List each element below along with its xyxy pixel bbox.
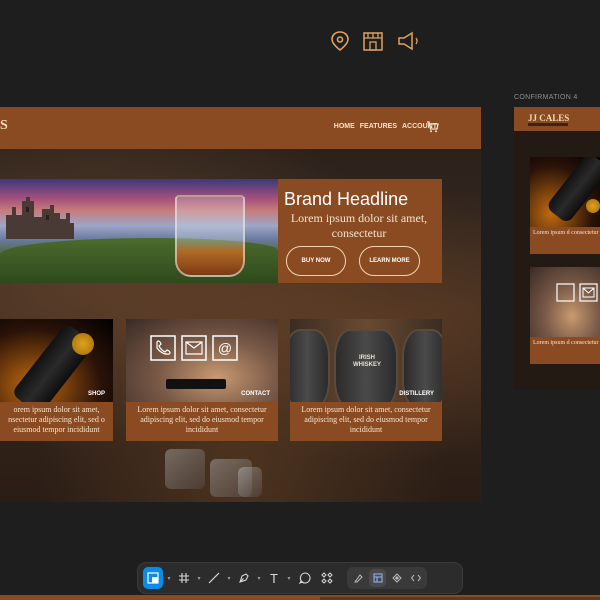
main-frame[interactable]: S HOME FEATURES ACCOUNT Brand Headline L… <box>0 107 481 502</box>
hero-image <box>0 179 278 283</box>
text-tool-button[interactable]: T <box>265 567 283 589</box>
card-text: orem ipsum dolor sit amet, nsectetur adi… <box>0 402 113 441</box>
bottle-cap <box>72 333 94 355</box>
pen-icon <box>239 573 249 583</box>
card-text: Lorem ipsum d consectetur ad do eiusmod … <box>530 227 600 254</box>
phone-image <box>166 379 226 389</box>
draw-mode-button[interactable] <box>350 569 367 587</box>
pen-tool-button[interactable] <box>235 567 253 589</box>
nav-home[interactable]: HOME <box>334 123 355 130</box>
card-text: Lorem ipsum dolor sit amet, consectetur … <box>290 402 442 441</box>
card-image <box>530 267 600 337</box>
frame-label[interactable]: CONFIRMATION 4 <box>514 94 578 101</box>
site-logo[interactable]: S <box>0 118 8 134</box>
line-tool-button[interactable] <box>205 567 223 589</box>
chevron-down-icon[interactable]: ▾ <box>285 575 293 582</box>
chevron-down-icon[interactable]: ▾ <box>225 575 233 582</box>
card-image: @ CONTACT <box>126 319 278 402</box>
cart-icon[interactable] <box>426 121 439 133</box>
chevron-down-icon[interactable]: ▾ <box>165 575 173 582</box>
comment-tool-button[interactable] <box>295 567 315 589</box>
design-canvas[interactable]: S HOME FEATURES ACCOUNT Brand Headline L… <box>0 0 600 600</box>
whiskey-glass-image <box>175 195 245 277</box>
map-pin-icon[interactable] <box>330 30 350 52</box>
card-image: IRISH WHISKEY DISTILLERY <box>290 319 442 402</box>
svg-text:@: @ <box>218 340 232 356</box>
code-icon <box>410 574 421 582</box>
barrel-label: IRISH WHISKEY <box>352 355 381 368</box>
mode-switcher <box>347 567 427 589</box>
hero-headline: Brand Headline <box>284 189 409 209</box>
design-toolbar: ▾ ▾ ▾ ▾ T ▾ <box>138 563 462 593</box>
bottle-image <box>545 157 600 225</box>
top-icon-row <box>330 30 422 52</box>
confirmation-frame[interactable]: JJ CALES Lorem ipsum d consectetur ad do… <box>514 107 600 390</box>
draw-mode-icon <box>353 574 363 583</box>
castle-image <box>6 197 74 239</box>
card-text: Lorem ipsum d consectetur ad do eiusmod … <box>530 337 600 364</box>
contact-icons: @ <box>150 335 238 361</box>
logo-underline <box>528 123 568 126</box>
card-contact[interactable]: @ CONTACT Lorem ipsum dolor sit amet, co… <box>126 319 278 441</box>
line-icon <box>208 572 220 584</box>
components-tool-button[interactable] <box>317 567 337 589</box>
card-distillery[interactable]: IRISH WHISKEY DISTILLERY Lorem ipsum dol… <box>290 319 442 441</box>
buy-now-button[interactable]: BUY NOW <box>286 246 346 276</box>
site-logo[interactable]: JJ CALES <box>528 113 569 123</box>
chevron-down-icon[interactable]: ▾ <box>195 575 203 582</box>
card-tag: CONTACT <box>241 391 270 397</box>
dev-mode-button[interactable] <box>407 569 424 587</box>
card-text: Lorem ipsum dolor sit amet, consectetur … <box>126 402 278 441</box>
site-navbar: JJ CALES <box>514 107 600 131</box>
card-image <box>530 157 600 227</box>
grid-tool-button[interactable] <box>175 567 193 589</box>
grid-icon <box>179 573 189 583</box>
nav-links: HOME FEATURES ACCOUNT <box>334 123 437 130</box>
hero-section: Brand Headline Lorem ipsum dolor sit ame… <box>0 179 442 283</box>
storefront-icon[interactable] <box>362 30 384 52</box>
card-shop[interactable]: SHOP orem ipsum dolor sit amet, nsectetu… <box>0 319 113 441</box>
ice-cube <box>238 467 262 497</box>
ice-cube <box>165 449 205 489</box>
card-tag: SHOP <box>87 391 105 397</box>
megaphone-icon[interactable] <box>396 30 422 52</box>
bottle-cap <box>586 199 600 213</box>
chevron-down-icon[interactable]: ▾ <box>255 575 263 582</box>
design-mode-icon <box>373 573 382 583</box>
site-navbar: S HOME FEATURES ACCOUNT <box>0 107 481 149</box>
barrel-image <box>290 329 330 402</box>
card-tag: DISTILLERY <box>399 391 434 397</box>
prototype-mode-button[interactable] <box>388 569 405 587</box>
frame-tool-icon <box>147 572 159 584</box>
design-mode-button[interactable] <box>369 569 386 587</box>
learn-more-button[interactable]: LEARN MORE <box>359 246 420 276</box>
frame-tool-button[interactable] <box>143 567 163 589</box>
nav-features[interactable]: FEATURES <box>360 123 397 130</box>
hero-text-panel: Brand Headline Lorem ipsum dolor sit ame… <box>278 179 442 283</box>
hero-subtitle: Lorem ipsum dolor sit amet, consectetur <box>290 211 428 240</box>
comment-icon <box>299 572 311 584</box>
contact-icons <box>556 283 598 302</box>
card-image: SHOP <box>0 319 113 402</box>
components-icon <box>321 572 333 584</box>
prototype-mode-icon <box>391 573 402 583</box>
